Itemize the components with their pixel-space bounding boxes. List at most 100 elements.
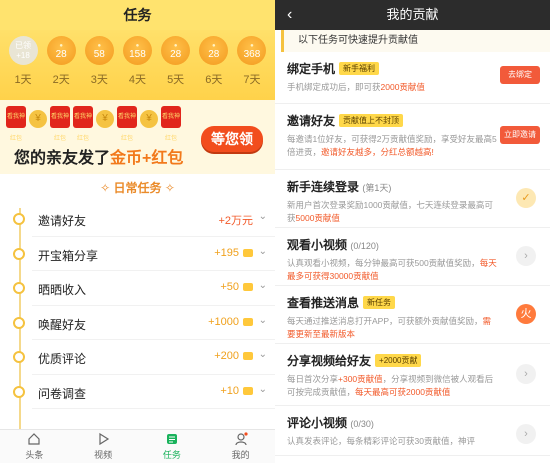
timeline-dot [13, 247, 25, 260]
task-tag: 贡献值上不封顶 [339, 114, 404, 127]
task-row-quality-comment[interactable]: 优质评论 +200 ⌄ [13, 340, 275, 375]
checkin-day-6[interactable]: ● 28 6天 [197, 36, 231, 100]
task-consecutive-login: 新手连续登录 (第1天) 新用户首次登录奖励1000贡献值，七天连续登录最高可获… [275, 170, 550, 228]
checkin-amount: 28 [170, 48, 182, 60]
task-desc: 认真发表评论，每条精彩评论可获30贡献值，神评 [287, 435, 497, 448]
task-watch-videos[interactable]: 观看小视频 (0/120) 认真观看小视频，每分钟最高可获500贡献值奖励，每天… [275, 228, 550, 286]
chevron-right-icon: › [516, 424, 536, 444]
contribution-screen: ‹ 我的贡献 以下任务可快速提升贡献值 绑定手机 新手福利 手机绑定成功后，即可获… [275, 0, 550, 463]
chevron-down-icon: ⌄ [258, 349, 267, 360]
task-comment-video[interactable]: 评论小视频 (0/30) 认真发表评论，每条精彩评论可获30贡献值，神评 › [275, 406, 550, 456]
red-envelope-icon: 看我神红包 [161, 106, 181, 142]
checkin-day-label: 7天 [243, 74, 261, 86]
red-envelope-icon: 看我神红包 [117, 106, 137, 142]
task-desc-text: 每日首次分享 [287, 374, 339, 384]
checkin-day-label: 6天 [205, 74, 223, 86]
gold-coin-icon: ¥ [96, 110, 114, 128]
red-envelope-icon: 看我神红包 [6, 106, 26, 142]
task-name: 优质评论 [38, 352, 87, 366]
task-bind-phone: 绑定手机 新手福利 手机绑定成功后，即可获2000贡献值 去绑定 [275, 52, 550, 104]
daily-task-list: 邀请好友 +2万元 ⌄ 开宝箱分享 +195 ⌄ 晒晒收入 +50 ⌄ 唤醒好友… [0, 202, 275, 409]
checkin-day-1[interactable]: 已领 +18 1天 [6, 36, 40, 100]
task-row-show-income[interactable]: 晒晒收入 +50 ⌄ [13, 271, 275, 306]
task-desc: 手机绑定成功后，即可获2000贡献值 [287, 81, 497, 94]
task-desc: 每天通过推送消息打开APP，可获额外贡献值奖励，需要更新至最新版本 [287, 315, 497, 341]
checkin-amount: 28 [208, 48, 220, 60]
coin-stack-icon [243, 283, 253, 291]
task-title: 查看推送消息 [287, 296, 360, 310]
tab-label: 任务 [162, 450, 181, 460]
checkin-day-7[interactable]: ● 368 7天 [235, 36, 269, 100]
checkin-day-3[interactable]: ● 58 3天 [82, 36, 116, 100]
task-title: 绑定手机 [287, 62, 336, 76]
tab-headlines[interactable]: 头条 [0, 430, 69, 463]
nav-bar: ‹ 我的贡献 [275, 0, 550, 30]
chevron-right-icon: › [516, 364, 536, 384]
task-invite-friends: 邀请好友 贡献值上不封顶 每邀请1位好友，可获得2万贡献值奖励，享受好友最高5倍进… [275, 104, 550, 170]
gold-coin-icon: ¥ [140, 110, 158, 128]
checkin-bonus: +18 [16, 50, 30, 60]
coin-icon: ● 28 [199, 36, 229, 65]
task-reward: +1000 [208, 315, 239, 328]
coin-stack-icon [243, 352, 253, 360]
task-row-treasure-share[interactable]: 开宝箱分享 +195 ⌄ [13, 237, 275, 271]
invite-banner[interactable]: 看我神红包 ¥ 看我神红包 看我神红包 ¥ 看我神红包 ¥ 看我神红包 您的亲友… [0, 100, 275, 174]
page-title: 任务 [0, 0, 275, 30]
checkin-day-label: 1天 [14, 74, 32, 86]
task-desc-highlight: 2000贡献值 [380, 82, 425, 92]
task-name: 问卷调查 [38, 386, 87, 401]
timeline-dot [13, 351, 25, 363]
coin-icon: ● 58 [84, 36, 114, 65]
timeline-dot [13, 316, 25, 329]
task-desc-highlight: 5000贡献值 [295, 213, 340, 223]
tab-profile[interactable]: 我的 [206, 430, 275, 463]
checkin-day-5[interactable]: ● 28 5天 [159, 36, 193, 100]
coin-stack-icon [243, 317, 253, 326]
bind-phone-button[interactable]: 去绑定 [500, 66, 540, 84]
banner-message-prefix: 您的亲友发了 [14, 150, 111, 167]
claim-button[interactable]: 等您领 [201, 126, 263, 152]
task-desc: 认真观看小视频，每分钟最高可获500贡献值奖励，每天最多可获得30000贡献值 [287, 257, 497, 283]
coin-icon: ● 28 [161, 36, 191, 65]
task-desc-text: 认真发表评论，每条精彩评论可获30贡献值，神评 [287, 436, 475, 446]
tab-label: 我的 [231, 450, 250, 460]
red-envelope-icon: 看我神红包 [73, 106, 93, 142]
play-icon [99, 432, 110, 446]
back-arrow-icon[interactable]: ‹ [287, 0, 292, 30]
tab-tasks[interactable]: 任务 [138, 430, 207, 463]
task-row-wake-friends[interactable]: 唤醒好友 +1000 ⌄ [13, 306, 275, 340]
page-title: 我的贡献 [386, 7, 439, 22]
task-share-video[interactable]: 分享视频给好友 +2000贡献 每日首次分享+300贡献值，分享视频到微信被人观看… [275, 344, 550, 406]
checkin-strip: 已领 +18 1天 ● 28 2天 ● 58 3天 ● 158 4天 ● 28 5天 ●… [0, 30, 275, 100]
task-icon [166, 434, 177, 444]
tab-video[interactable]: 视频 [69, 430, 138, 463]
task-desc-text: 手机绑定成功后，即可获 [287, 82, 381, 92]
tab-label: 视频 [94, 450, 113, 460]
tasks-screen: 任务 已领 +18 1天 ● 28 2天 ● 58 3天 ● 158 4天 ● 28 5… [0, 0, 275, 463]
red-envelope-row: 看我神红包 ¥ 看我神红包 看我神红包 ¥ 看我神红包 ¥ 看我神红包 [6, 106, 181, 142]
coin-stack-icon [243, 386, 253, 395]
banner-message-highlight: 金币+红包 [110, 150, 184, 167]
task-name: 唤醒好友 [38, 317, 87, 332]
checkin-day-4[interactable]: ● 158 4天 [120, 36, 154, 100]
bottom-tab-bar: 头条 视频 任务 我的 [0, 429, 275, 463]
coin-icon: ● 158 [122, 36, 152, 65]
task-row-invite[interactable]: 邀请好友 +2万元 ⌄ [13, 202, 275, 237]
task-row-survey[interactable]: 问卷调查 +10 ⌄ [13, 375, 275, 409]
fire-icon: 火 [516, 304, 536, 324]
timeline-dot [13, 282, 25, 294]
task-progress: (0/120) [350, 241, 379, 251]
task-title: 评论小视频 [287, 416, 348, 430]
tab-label: 头条 [25, 450, 44, 460]
task-reward: +200 [214, 350, 239, 362]
banner-message: 您的亲友发了金币+红包 [14, 144, 183, 168]
coin-icon: 已领 +18 [8, 36, 38, 65]
task-reward: +50 [220, 281, 239, 293]
chevron-down-icon: ⌄ [258, 383, 267, 395]
invite-now-button[interactable]: 立即邀请 [500, 126, 540, 144]
checkin-day-2[interactable]: ● 28 2天 [44, 36, 78, 100]
checkin-amount: 已领 [15, 40, 31, 50]
task-reward: +10 [220, 384, 239, 397]
checkin-amount: 158 [129, 48, 146, 60]
task-push-messages[interactable]: 查看推送消息 新任务 每天通过推送消息打开APP，可获额外贡献值奖励，需要更新至最… [275, 286, 550, 344]
